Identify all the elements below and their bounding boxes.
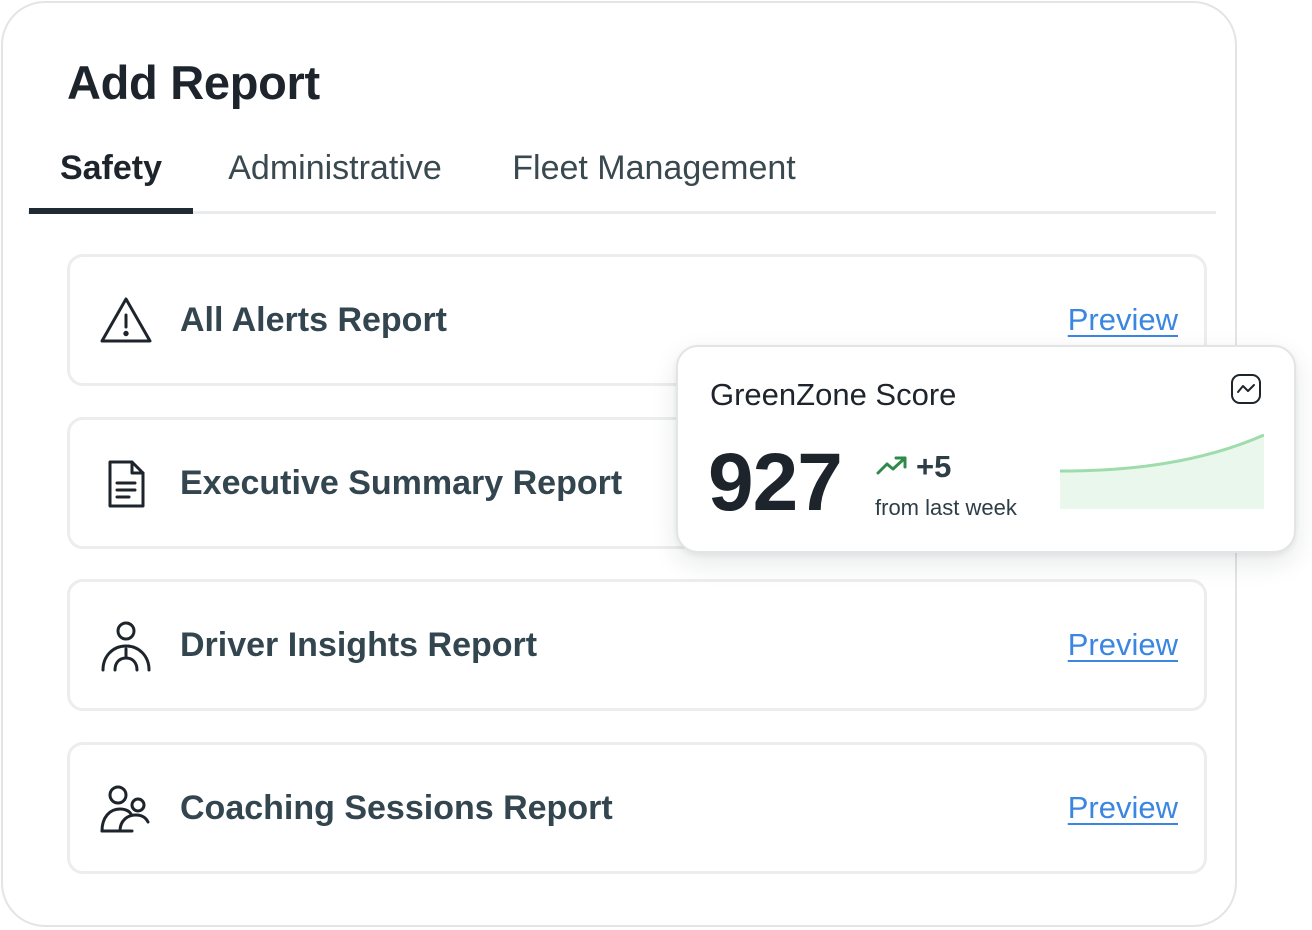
tab-administrative[interactable]: Administrative [218,143,452,214]
score-title: GreenZone Score [710,377,957,412]
score-caption: from last week [875,495,1017,520]
preview-link[interactable]: Preview [1068,745,1178,871]
greenzone-score-card: GreenZone Score 927 +5 from last week [676,345,1296,553]
report-name: Executive Summary Report [180,463,623,502]
trend-up-icon [876,456,907,475]
page-title: Add Report [67,56,320,109]
score-value: 927 [708,437,843,528]
score-sparkline [1060,433,1264,509]
chart-icon[interactable] [1230,373,1262,405]
report-card-driver-insights[interactable]: Driver Insights Report Preview [67,579,1207,711]
preview-link[interactable]: Preview [1068,582,1178,708]
document-icon [108,460,145,508]
report-name: Driver Insights Report [180,625,538,664]
report-card-coaching-sessions[interactable]: Coaching Sessions Report Preview [67,742,1207,874]
report-name: All Alerts Report [180,300,448,339]
report-category-tabs: Safety Administrative Fleet Management [28,143,1216,214]
tab-safety[interactable]: Safety [29,143,193,214]
driver-icon [101,621,151,672]
tab-fleet-management[interactable]: Fleet Management [504,143,804,214]
alert-triangle-icon [100,297,152,343]
score-change: +5 [916,449,952,484]
people-icon [100,785,150,833]
report-name: Coaching Sessions Report [180,788,613,827]
